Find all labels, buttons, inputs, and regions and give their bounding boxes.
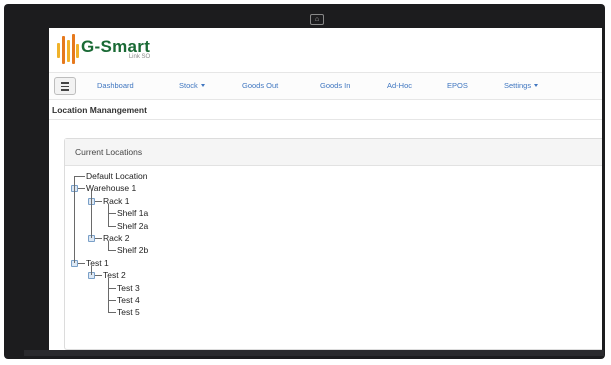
- tree-connector: [108, 300, 116, 301]
- tree-node-label[interactable]: Test 5: [117, 307, 140, 317]
- nav-goods-in[interactable]: Goods In: [320, 81, 350, 90]
- tree-connector: [108, 250, 116, 252]
- tree-guide-line: [108, 278, 109, 313]
- tree-node-label[interactable]: Shelf 1a: [117, 208, 148, 218]
- current-locations-panel: Current Locations Default Location Wareho…: [64, 138, 602, 350]
- nav-goods-out[interactable]: Goods Out: [242, 81, 278, 90]
- nav-goods-out-label: Goods Out: [242, 81, 279, 90]
- tree-connector: [108, 287, 116, 289]
- divider: [49, 119, 602, 120]
- nav-stock[interactable]: Stock: [179, 81, 205, 90]
- screen: G-Smart Link SO Dashboard Stock Goods Ou…: [49, 28, 602, 350]
- nav-ad-hoc-label: Ad-Hoc: [387, 81, 413, 90]
- tree-guide-line: [108, 241, 109, 251]
- nav-goods-in-label: Goods In: [320, 81, 351, 90]
- tree-guide-line: [91, 265, 92, 276]
- nav-dashboard[interactable]: Dashboard: [97, 81, 134, 90]
- caret-down-icon: [200, 84, 205, 87]
- page-title: Location Manangement: [52, 105, 147, 115]
- caret-down-icon: [534, 84, 539, 87]
- tree-node-label[interactable]: Shelf 2a: [117, 221, 148, 231]
- monitor-frame: ⌂ G-Smart Link SO Dashboard Stock Goods …: [4, 4, 605, 359]
- tree-node-label[interactable]: Rack 1: [103, 196, 129, 206]
- nav-settings[interactable]: Settings: [504, 81, 539, 90]
- hamburger-icon: [61, 82, 69, 84]
- nav-ad-hoc[interactable]: Ad-Hoc: [387, 81, 412, 90]
- tree-root-spine: [74, 176, 75, 263]
- nav-epos[interactable]: EPOS: [447, 81, 468, 90]
- monitor-bezel: [24, 350, 604, 356]
- tree-guide-line: [108, 203, 109, 226]
- tree-node-label[interactable]: Test 3: [117, 283, 140, 293]
- tree-node-label[interactable]: Shelf 2b: [117, 245, 148, 255]
- nav-settings-label: Settings: [504, 81, 532, 90]
- app-logo[interactable]: G-Smart Link SO: [55, 32, 150, 66]
- monitor-brand-icon: ⌂: [310, 14, 324, 25]
- nav-stock-label: Stock: [179, 81, 198, 90]
- tree-node-label[interactable]: Rack 2: [103, 233, 129, 243]
- logo-mark-icon: [55, 32, 79, 66]
- tree-node-label[interactable]: Warehouse 1: [86, 183, 136, 193]
- tree-guide-line: [91, 191, 92, 238]
- tree-node-label[interactable]: Test 2: [103, 270, 126, 280]
- main-navbar: Dashboard Stock Goods Out Goods In Ad-Ho…: [49, 72, 602, 100]
- location-tree: Default Location Warehouse 1 Rack 1 Shelf 1…: [65, 139, 265, 339]
- tree-connector: [108, 225, 116, 227]
- menu-toggle-button[interactable]: [54, 77, 76, 95]
- tree-connector: [108, 312, 116, 314]
- tree-connector: [108, 213, 116, 215]
- tree-connector: [74, 176, 85, 177]
- tree-node-label[interactable]: Default Location: [86, 171, 147, 181]
- nav-dashboard-label: Dashboard: [97, 81, 134, 90]
- tree-node-label[interactable]: Test 1: [86, 258, 109, 268]
- tree-node-label[interactable]: Test 4: [117, 295, 140, 305]
- nav-epos-label: EPOS: [447, 81, 468, 90]
